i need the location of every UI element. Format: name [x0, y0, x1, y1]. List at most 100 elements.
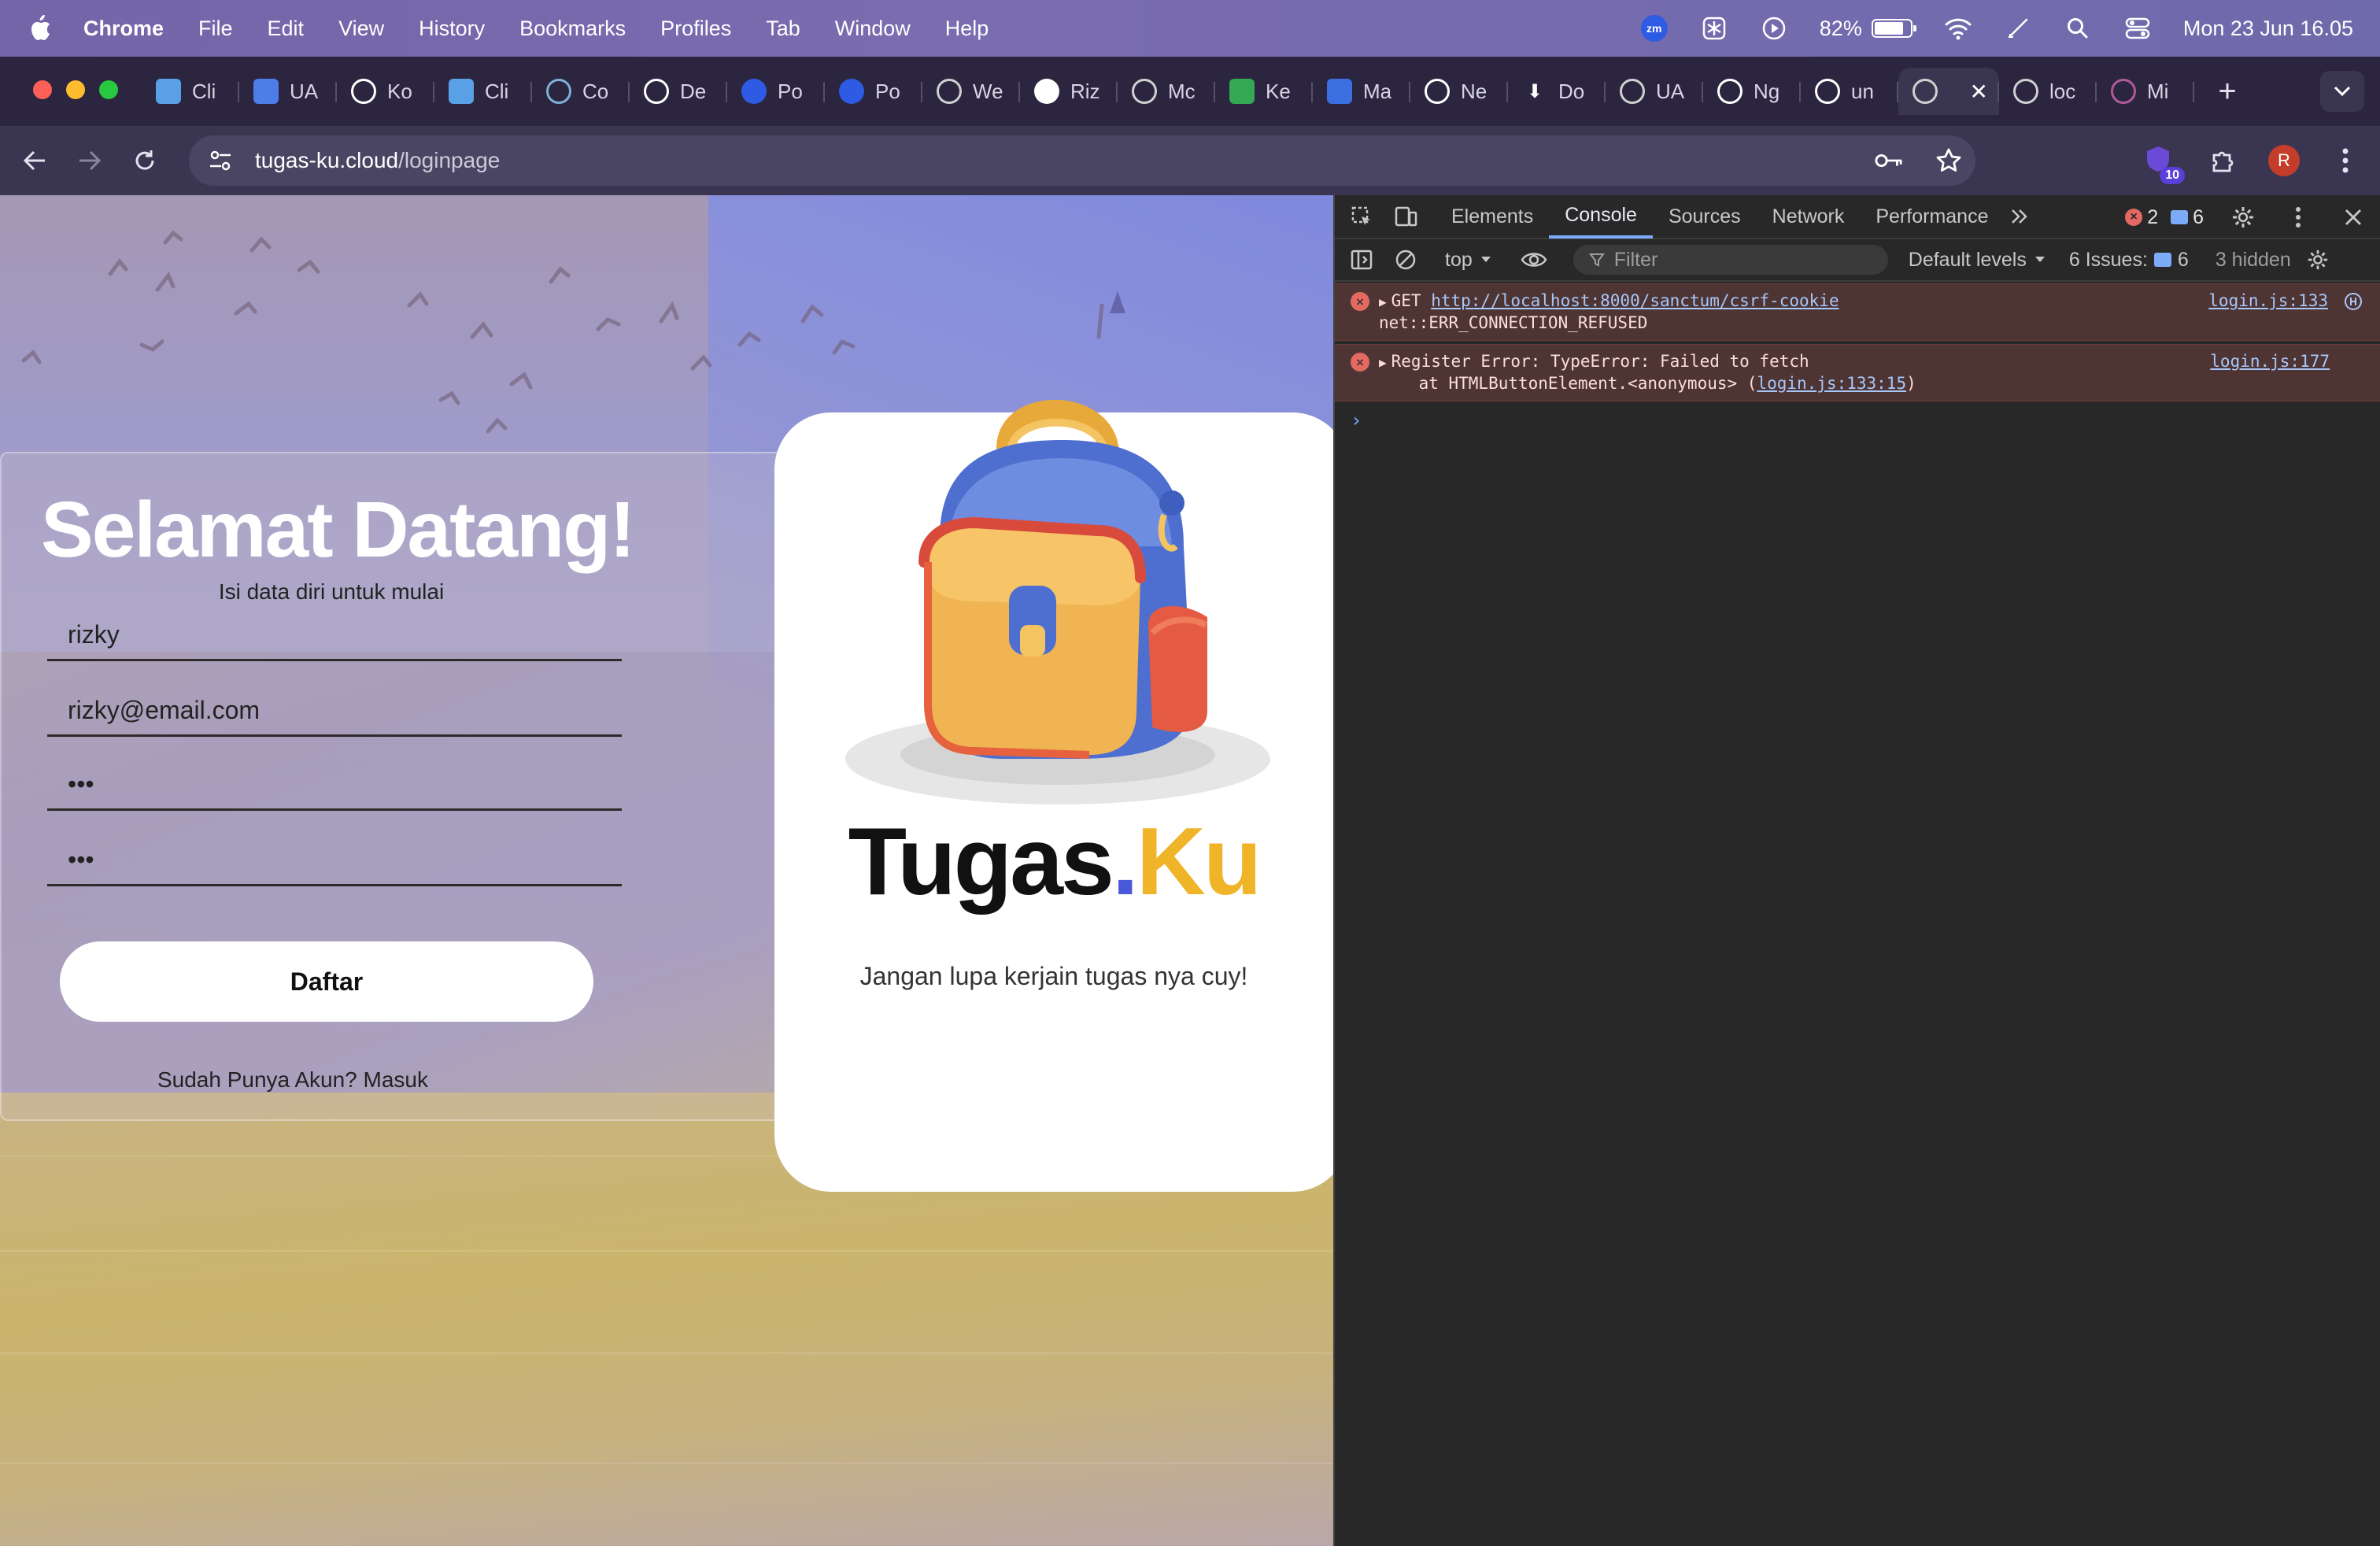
request-url-link[interactable]: http://localhost:8000/sanctum/csrf-cooki…: [1431, 291, 1839, 310]
browser-tab[interactable]: UA: [239, 68, 337, 115]
menu-bookmarks[interactable]: Bookmarks: [519, 17, 626, 41]
sidebar-toggle-icon[interactable]: [1346, 244, 1377, 276]
console-error-row[interactable]: × ▶ Register Error: TypeError: Failed to …: [1335, 344, 2380, 401]
devtools-close-icon[interactable]: [2338, 202, 2369, 233]
spotlight-search-icon[interactable]: [2064, 14, 2092, 43]
tab-search-button[interactable]: [2320, 71, 2364, 112]
menu-edit[interactable]: Edit: [268, 17, 305, 41]
play-icon[interactable]: [1760, 14, 1788, 43]
error-counter[interactable]: × 2 6: [2125, 206, 2204, 229]
devtools-tab-elements[interactable]: Elements: [1436, 194, 1549, 239]
menu-app-name[interactable]: Chrome: [83, 17, 164, 41]
browser-tab[interactable]: Ke: [1215, 68, 1313, 115]
extension-shield-icon[interactable]: 10: [2142, 143, 2185, 184]
source-location-link[interactable]: login.js:133: [2208, 290, 2328, 312]
log-levels-dropdown[interactable]: Default levels: [1909, 249, 2046, 272]
issues-counter[interactable]: 6 Issues: 6: [2069, 249, 2189, 272]
browser-tab[interactable]: Po: [727, 68, 825, 115]
register-button[interactable]: Daftar: [60, 941, 593, 1022]
browser-tab[interactable]: Ko: [337, 68, 434, 115]
expand-triangle-icon[interactable]: ▶: [1379, 294, 1387, 309]
menu-window[interactable]: Window: [835, 17, 911, 41]
menubar-clock[interactable]: Mon 23 Jun 16.05: [2183, 17, 2353, 41]
devtools-menu-kebab-icon[interactable]: [2282, 202, 2314, 233]
browser-tab[interactable]: Riz: [1020, 68, 1118, 115]
console-error-row[interactable]: × ▶ GET http://localhost:8000/sanctum/csr…: [1335, 283, 2380, 341]
confirm-password-input[interactable]: [47, 836, 622, 884]
menu-history[interactable]: History: [419, 17, 485, 41]
browser-tab[interactable]: loc: [1999, 68, 2097, 115]
apple-icon[interactable]: [27, 14, 58, 43]
console-settings-gear-icon[interactable]: [2302, 244, 2334, 276]
console-prompt[interactable]: ›: [1335, 409, 2380, 431]
browser-tab[interactable]: Cli: [434, 68, 532, 115]
devtools-tab-performance[interactable]: Performance: [1860, 194, 2004, 239]
close-tab-icon[interactable]: ✕: [1970, 79, 1988, 105]
new-tab-button[interactable]: +: [2204, 68, 2251, 115]
devtools-tab-sources[interactable]: Sources: [1653, 194, 1757, 239]
browser-tab[interactable]: ✕: [1898, 68, 1999, 115]
stack-trace-link[interactable]: login.js:133:15: [1757, 374, 1906, 393]
bookmark-star-icon[interactable]: [1935, 146, 1963, 175]
browser-tab[interactable]: Cli: [142, 68, 239, 115]
devtools-settings-gear-icon[interactable]: [2227, 202, 2259, 233]
minimize-window-button[interactable]: [66, 80, 85, 99]
context-selector[interactable]: top: [1445, 249, 1491, 272]
password-field[interactable]: [47, 760, 622, 811]
email-input[interactable]: [47, 686, 622, 734]
menu-tab[interactable]: Tab: [766, 17, 800, 41]
wifi-icon[interactable]: [1944, 14, 1972, 43]
browser-tab[interactable]: De: [630, 68, 727, 115]
email-field[interactable]: [47, 686, 622, 737]
browser-tab[interactable]: Mc: [1118, 68, 1215, 115]
pen-slash-icon[interactable]: [2004, 14, 2032, 43]
browser-tab[interactable]: Ma: [1313, 68, 1410, 115]
live-expression-eye-icon[interactable]: [1518, 244, 1550, 276]
clear-console-icon[interactable]: [1390, 244, 1421, 276]
browser-tab[interactable]: Co: [532, 68, 630, 115]
battery-indicator[interactable]: 82%: [1820, 17, 1916, 41]
name-input[interactable]: [47, 611, 622, 659]
back-button[interactable]: [19, 145, 50, 176]
browser-tab-title: We: [973, 79, 1003, 103]
devtools-tab-console[interactable]: Console: [1549, 194, 1653, 239]
menu-profiles[interactable]: Profiles: [660, 17, 731, 41]
menu-file[interactable]: File: [198, 17, 233, 41]
password-input[interactable]: [47, 760, 622, 808]
name-field[interactable]: [47, 611, 622, 661]
more-tabs-chevron-icon[interactable]: [2004, 201, 2035, 232]
expand-triangle-icon[interactable]: ▶: [1379, 355, 1387, 370]
kebab-menu-icon[interactable]: [2331, 146, 2360, 175]
address-bar[interactable]: tugas-ku.cloud/loginpage: [189, 135, 1975, 186]
confirm-password-field[interactable]: [47, 836, 622, 886]
extensions-puzzle-icon[interactable]: [2208, 146, 2237, 175]
device-toolbar-icon[interactable]: [1390, 201, 1421, 232]
browser-tab[interactable]: Mi: [2097, 68, 2194, 115]
browser-tab[interactable]: We: [922, 68, 1020, 115]
browser-tab[interactable]: Ng: [1703, 68, 1801, 115]
control-center-icon[interactable]: [2123, 14, 2152, 43]
password-key-icon[interactable]: [1875, 146, 1903, 175]
browser-tab[interactable]: Ne: [1410, 68, 1508, 115]
fullscreen-window-button[interactable]: [99, 80, 118, 99]
profile-avatar[interactable]: R: [2268, 145, 2300, 176]
browser-tab[interactable]: ⬇ Do: [1508, 68, 1606, 115]
source-location-link[interactable]: login.js:177: [2210, 351, 2330, 372]
login-link[interactable]: Sudah Punya Akun? Masuk: [2, 1067, 584, 1093]
browser-tab[interactable]: Po: [825, 68, 922, 115]
site-info-icon[interactable]: [195, 135, 246, 186]
browser-tab[interactable]: UA: [1606, 68, 1703, 115]
network-request-icon[interactable]: [2344, 292, 2363, 311]
forward-button[interactable]: [74, 145, 105, 176]
zoom-status-icon[interactable]: zm: [1640, 14, 1669, 43]
url-text[interactable]: tugas-ku.cloud/loginpage: [255, 148, 500, 173]
menu-help[interactable]: Help: [945, 17, 989, 41]
browser-tab[interactable]: un: [1801, 68, 1898, 115]
snowflake-icon[interactable]: [1700, 14, 1728, 43]
console-filter-input[interactable]: Filter: [1572, 245, 1888, 275]
menu-view[interactable]: View: [338, 17, 384, 41]
close-window-button[interactable]: [33, 80, 52, 99]
devtools-tab-network[interactable]: Network: [1757, 194, 1861, 239]
inspect-element-icon[interactable]: [1346, 201, 1377, 232]
reload-button[interactable]: [129, 145, 161, 176]
